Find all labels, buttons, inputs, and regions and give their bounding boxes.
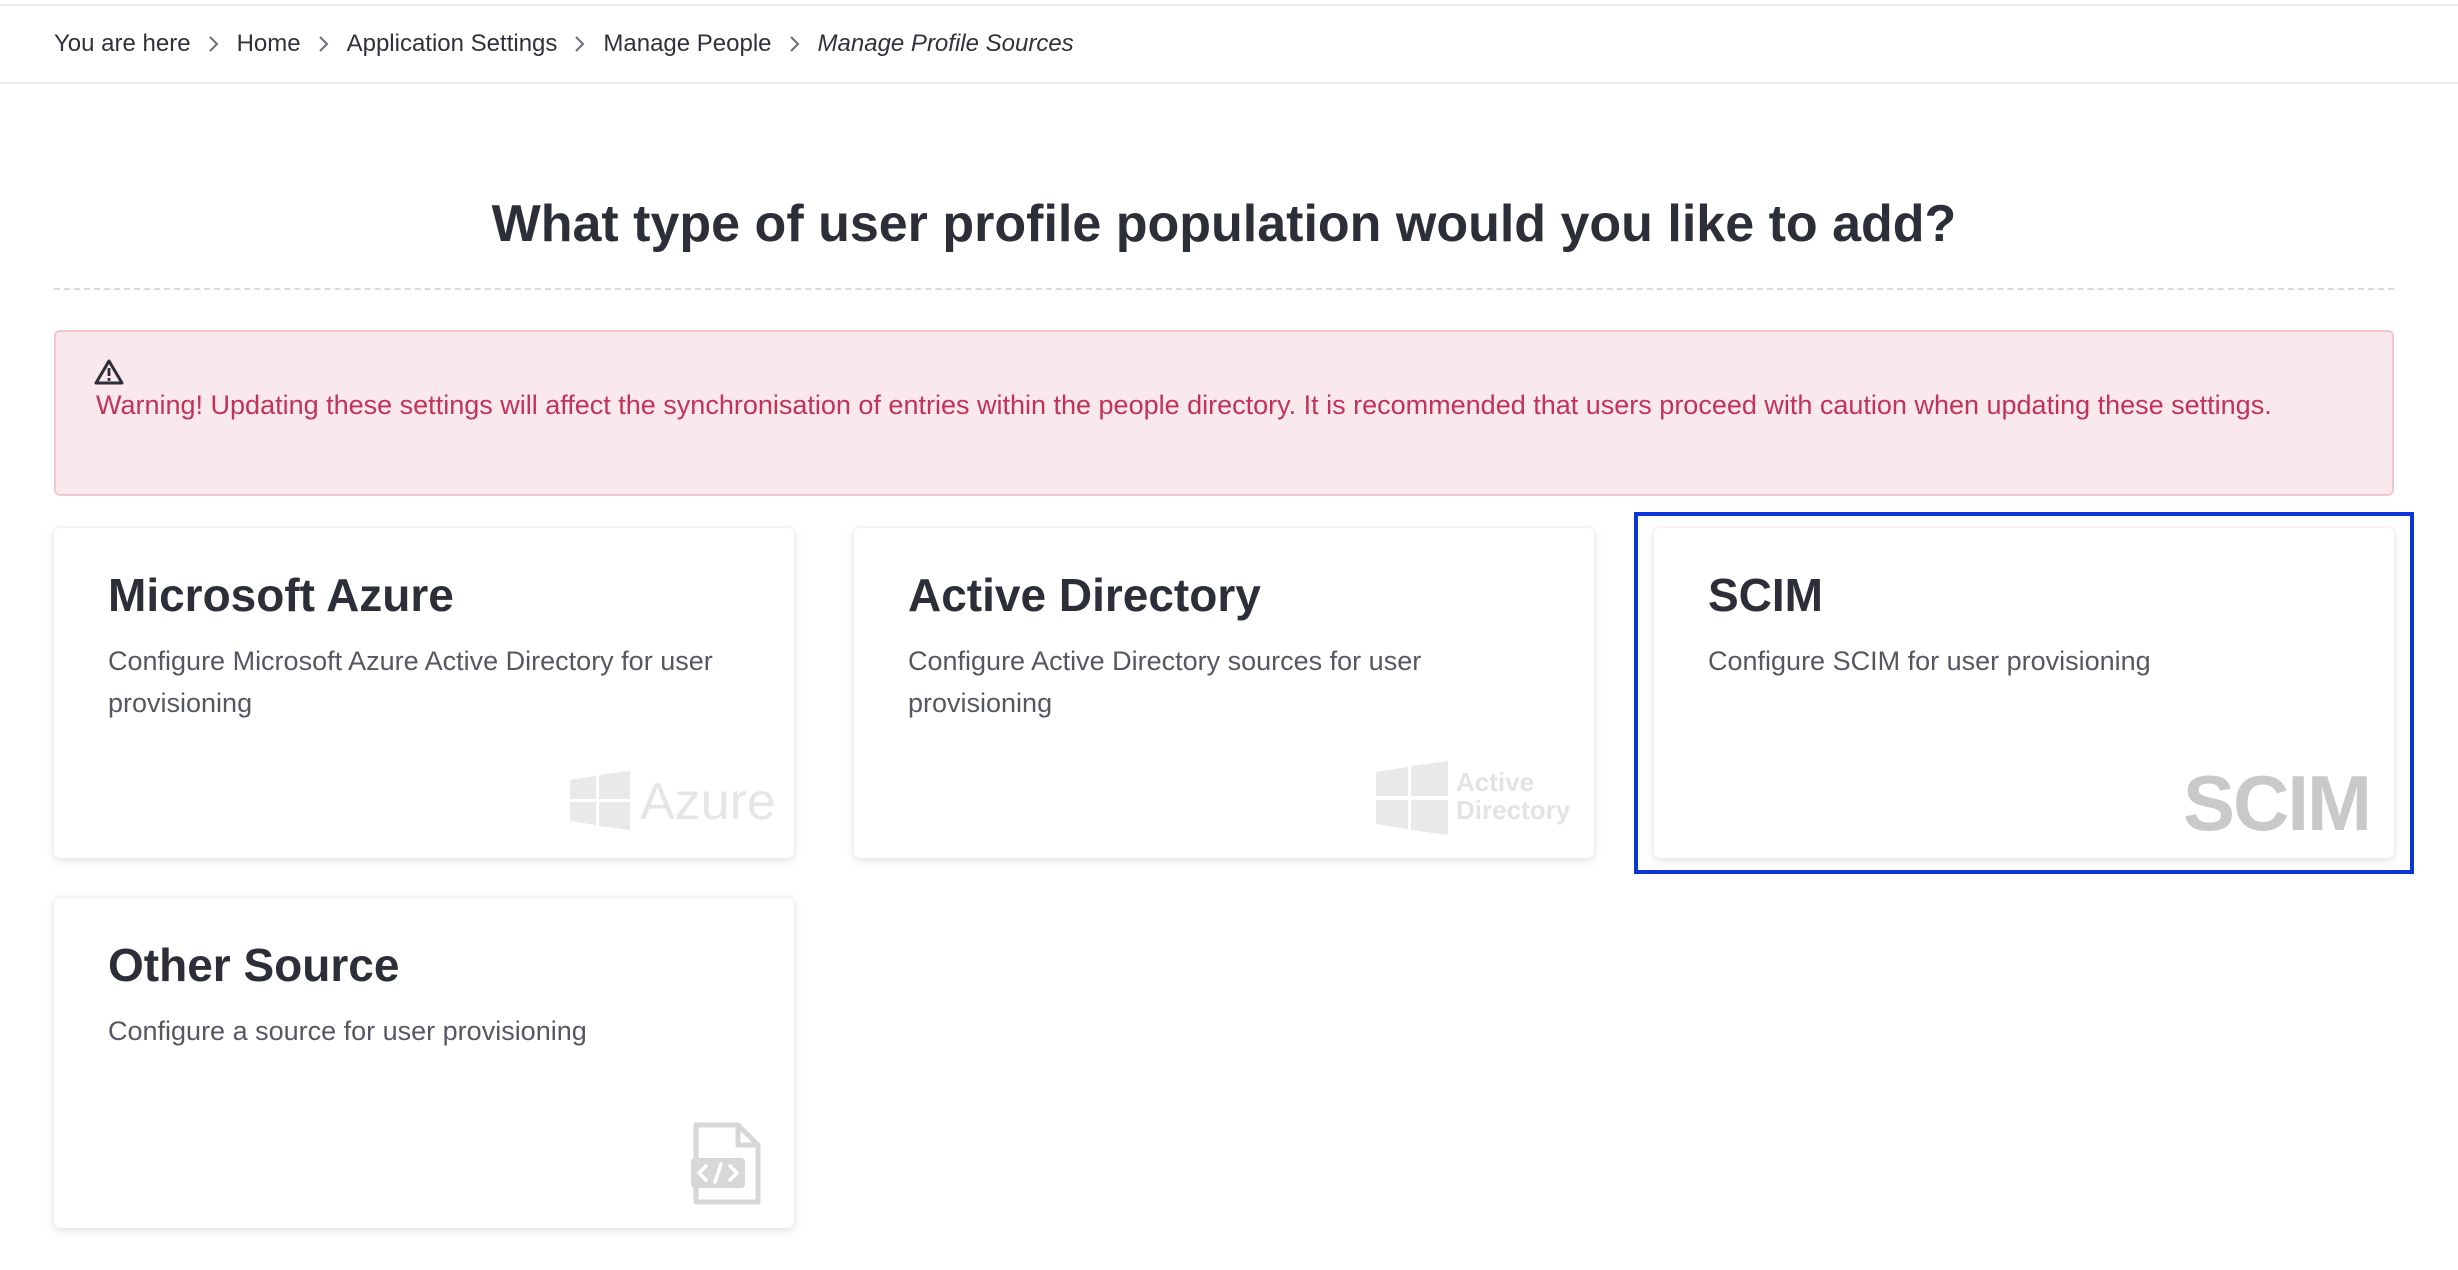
card-title: Other Source: [108, 939, 400, 991]
top-border: [0, 0, 2458, 6]
card-description: Configure SCIM for user provisioning: [1708, 646, 2151, 676]
microsoft-azure-card[interactable]: Microsoft Azure Configure Microsoft Azur…: [54, 528, 794, 858]
active-directory-logo-icon: Active Directory: [1374, 760, 1574, 836]
chevron-right-icon: [557, 35, 603, 53]
warning-triangle-icon: [94, 359, 124, 385]
card-title: Active Directory: [908, 569, 1261, 621]
breadcrumb-current-page: Manage Profile Sources: [817, 30, 1074, 57]
breadcrumb-manage-people[interactable]: Manage People: [603, 30, 771, 58]
active-directory-logo-text-line2: Directory: [1456, 795, 1571, 825]
breadcrumb-prefix: You are here: [54, 30, 191, 57]
active-directory-card[interactable]: Active Directory Configure Active Direct…: [854, 528, 1594, 858]
azure-logo-text: Azure: [640, 773, 776, 831]
card-title: Microsoft Azure: [108, 569, 454, 621]
breadcrumb-divider: [0, 82, 2458, 84]
card-title: SCIM: [1708, 569, 1823, 621]
chevron-right-icon: [301, 35, 347, 53]
breadcrumb-home[interactable]: Home: [237, 30, 301, 58]
chevron-right-icon: [772, 35, 818, 53]
azure-logo-icon: Azure: [568, 770, 782, 832]
card-description: Configure Microsoft Azure Active Directo…: [108, 646, 713, 718]
warning-alert: Warning! Updating these settings will af…: [54, 330, 2394, 496]
card-description: Configure a source for user provisioning: [108, 1016, 587, 1046]
scim-logo-text: SCIM: [2183, 759, 2372, 847]
page-title: What type of user profile population wou…: [491, 195, 1957, 253]
active-directory-logo-text-line1: Active: [1456, 767, 1535, 797]
chevron-right-icon: [191, 35, 237, 53]
other-source-card[interactable]: Other Source Configure a source for user…: [54, 898, 794, 1228]
scim-logo-icon: SCIM: [2160, 758, 2372, 847]
scim-card[interactable]: SCIM Configure SCIM for user provisionin…: [1654, 528, 2394, 858]
code-file-icon: [691, 1122, 761, 1205]
card-description: Configure Active Directory sources for u…: [908, 646, 1422, 718]
heading-divider: [54, 288, 2394, 290]
warning-text: Warning! Updating these settings will af…: [96, 390, 2272, 420]
breadcrumb: You are here Home Application Settings M…: [54, 26, 1074, 62]
breadcrumb-application-settings[interactable]: Application Settings: [347, 30, 558, 58]
